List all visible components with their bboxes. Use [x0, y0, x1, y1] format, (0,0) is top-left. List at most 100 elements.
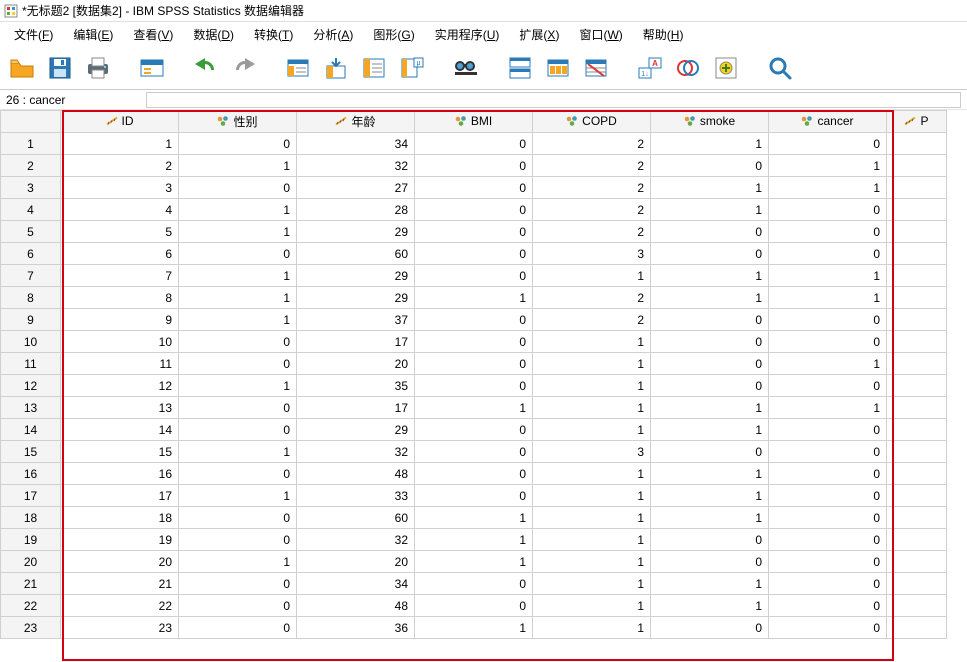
cell-r12-c3[interactable]: 0: [415, 375, 533, 397]
cell-r11-c1[interactable]: 0: [179, 353, 297, 375]
cell-r20-c2[interactable]: 20: [297, 551, 415, 573]
cell-r4-c6[interactable]: 0: [769, 199, 887, 221]
cell-r1-c4[interactable]: 2: [533, 133, 651, 155]
cell-r7-c3[interactable]: 0: [415, 265, 533, 287]
cell-r6-c3[interactable]: 0: [415, 243, 533, 265]
cell-r1-c2[interactable]: 34: [297, 133, 415, 155]
cell-r23-c0[interactable]: 23: [61, 617, 179, 639]
variables-button[interactable]: [358, 52, 390, 84]
colhdr-性别[interactable]: 性别: [179, 111, 297, 133]
cell-r18-c1[interactable]: 0: [179, 507, 297, 529]
cell-r2-c6[interactable]: 1: [769, 155, 887, 177]
cell-r22-c0[interactable]: 22: [61, 595, 179, 617]
rowhdr-5[interactable]: 5: [1, 221, 61, 243]
cell-r6-c1[interactable]: 0: [179, 243, 297, 265]
value-labels-button[interactable]: A1↓: [634, 52, 666, 84]
cell-r8-c5[interactable]: 1: [651, 287, 769, 309]
cell-r12-c5[interactable]: 0: [651, 375, 769, 397]
rowhdr-17[interactable]: 17: [1, 485, 61, 507]
cell-r10-c6[interactable]: 0: [769, 331, 887, 353]
run-descriptives-button[interactable]: μ: [396, 52, 428, 84]
cell-r15-c5[interactable]: 0: [651, 441, 769, 463]
cell-r22-c1[interactable]: 0: [179, 595, 297, 617]
cell-r4-c2[interactable]: 28: [297, 199, 415, 221]
rowhdr-7[interactable]: 7: [1, 265, 61, 287]
cell-r8-c4[interactable]: 2: [533, 287, 651, 309]
cell-r18-extra[interactable]: [887, 507, 947, 529]
cell-r21-c5[interactable]: 1: [651, 573, 769, 595]
rowhdr-11[interactable]: 11: [1, 353, 61, 375]
select-cases-button[interactable]: [580, 52, 612, 84]
cell-r17-c6[interactable]: 0: [769, 485, 887, 507]
menu-6[interactable]: 图形(G): [365, 24, 422, 45]
cell-r9-c1[interactable]: 1: [179, 309, 297, 331]
cell-r4-c1[interactable]: 1: [179, 199, 297, 221]
cell-r10-c2[interactable]: 17: [297, 331, 415, 353]
cell-r22-c2[interactable]: 48: [297, 595, 415, 617]
colhdr-extra[interactable]: P: [887, 111, 947, 133]
cell-r7-extra[interactable]: [887, 265, 947, 287]
menu-3[interactable]: 数据(D): [185, 24, 242, 45]
cell-r8-c2[interactable]: 29: [297, 287, 415, 309]
menu-9[interactable]: 窗口(W): [571, 24, 630, 45]
cell-r18-c6[interactable]: 0: [769, 507, 887, 529]
rowhdr-23[interactable]: 23: [1, 617, 61, 639]
rowhdr-22[interactable]: 22: [1, 595, 61, 617]
cell-r3-c4[interactable]: 2: [533, 177, 651, 199]
colhdr-cancer[interactable]: cancer: [769, 111, 887, 133]
cell-r15-c2[interactable]: 32: [297, 441, 415, 463]
cell-r9-c6[interactable]: 0: [769, 309, 887, 331]
colhdr-COPD[interactable]: COPD: [533, 111, 651, 133]
cell-r3-c6[interactable]: 1: [769, 177, 887, 199]
cell-r9-extra[interactable]: [887, 309, 947, 331]
menu-2[interactable]: 查看(V): [125, 24, 181, 45]
cell-r15-extra[interactable]: [887, 441, 947, 463]
cell-r18-c4[interactable]: 1: [533, 507, 651, 529]
cell-r23-c3[interactable]: 1: [415, 617, 533, 639]
colhdr-BMI[interactable]: BMI: [415, 111, 533, 133]
cell-r5-extra[interactable]: [887, 221, 947, 243]
cell-r19-c3[interactable]: 1: [415, 529, 533, 551]
cell-r1-c1[interactable]: 0: [179, 133, 297, 155]
cell-r5-c0[interactable]: 5: [61, 221, 179, 243]
cell-r6-extra[interactable]: [887, 243, 947, 265]
menu-8[interactable]: 扩展(X): [511, 24, 567, 45]
cell-r20-c0[interactable]: 20: [61, 551, 179, 573]
cell-r7-c1[interactable]: 1: [179, 265, 297, 287]
cell-r6-c4[interactable]: 3: [533, 243, 651, 265]
cell-r23-c6[interactable]: 0: [769, 617, 887, 639]
cell-r22-c5[interactable]: 1: [651, 595, 769, 617]
cell-r12-extra[interactable]: [887, 375, 947, 397]
menu-7[interactable]: 实用程序(U): [427, 24, 508, 45]
cell-r11-c5[interactable]: 0: [651, 353, 769, 375]
cell-r20-c1[interactable]: 1: [179, 551, 297, 573]
search-button[interactable]: [764, 52, 796, 84]
cell-r14-c3[interactable]: 0: [415, 419, 533, 441]
cell-r3-c2[interactable]: 27: [297, 177, 415, 199]
rowhdr-15[interactable]: 15: [1, 441, 61, 463]
cell-r3-c5[interactable]: 1: [651, 177, 769, 199]
cell-r12-c2[interactable]: 35: [297, 375, 415, 397]
cell-r2-c1[interactable]: 1: [179, 155, 297, 177]
cell-r7-c2[interactable]: 29: [297, 265, 415, 287]
rowhdr-10[interactable]: 10: [1, 331, 61, 353]
menu-1[interactable]: 编辑(E): [65, 24, 121, 45]
print-button[interactable]: [82, 52, 114, 84]
cell-r23-extra[interactable]: [887, 617, 947, 639]
cell-r3-c0[interactable]: 3: [61, 177, 179, 199]
cell-r8-c3[interactable]: 1: [415, 287, 533, 309]
rowhdr-20[interactable]: 20: [1, 551, 61, 573]
cell-r1-c0[interactable]: 1: [61, 133, 179, 155]
cell-r13-c0[interactable]: 13: [61, 397, 179, 419]
cell-r13-c1[interactable]: 0: [179, 397, 297, 419]
cell-r1-extra[interactable]: [887, 133, 947, 155]
cell-r5-c5[interactable]: 0: [651, 221, 769, 243]
cell-r11-c3[interactable]: 0: [415, 353, 533, 375]
cell-r16-c6[interactable]: 0: [769, 463, 887, 485]
cell-r18-c0[interactable]: 18: [61, 507, 179, 529]
cell-r6-c0[interactable]: 6: [61, 243, 179, 265]
cell-r13-c4[interactable]: 1: [533, 397, 651, 419]
cell-r16-extra[interactable]: [887, 463, 947, 485]
open-button[interactable]: [6, 52, 38, 84]
undo-button[interactable]: [190, 52, 222, 84]
